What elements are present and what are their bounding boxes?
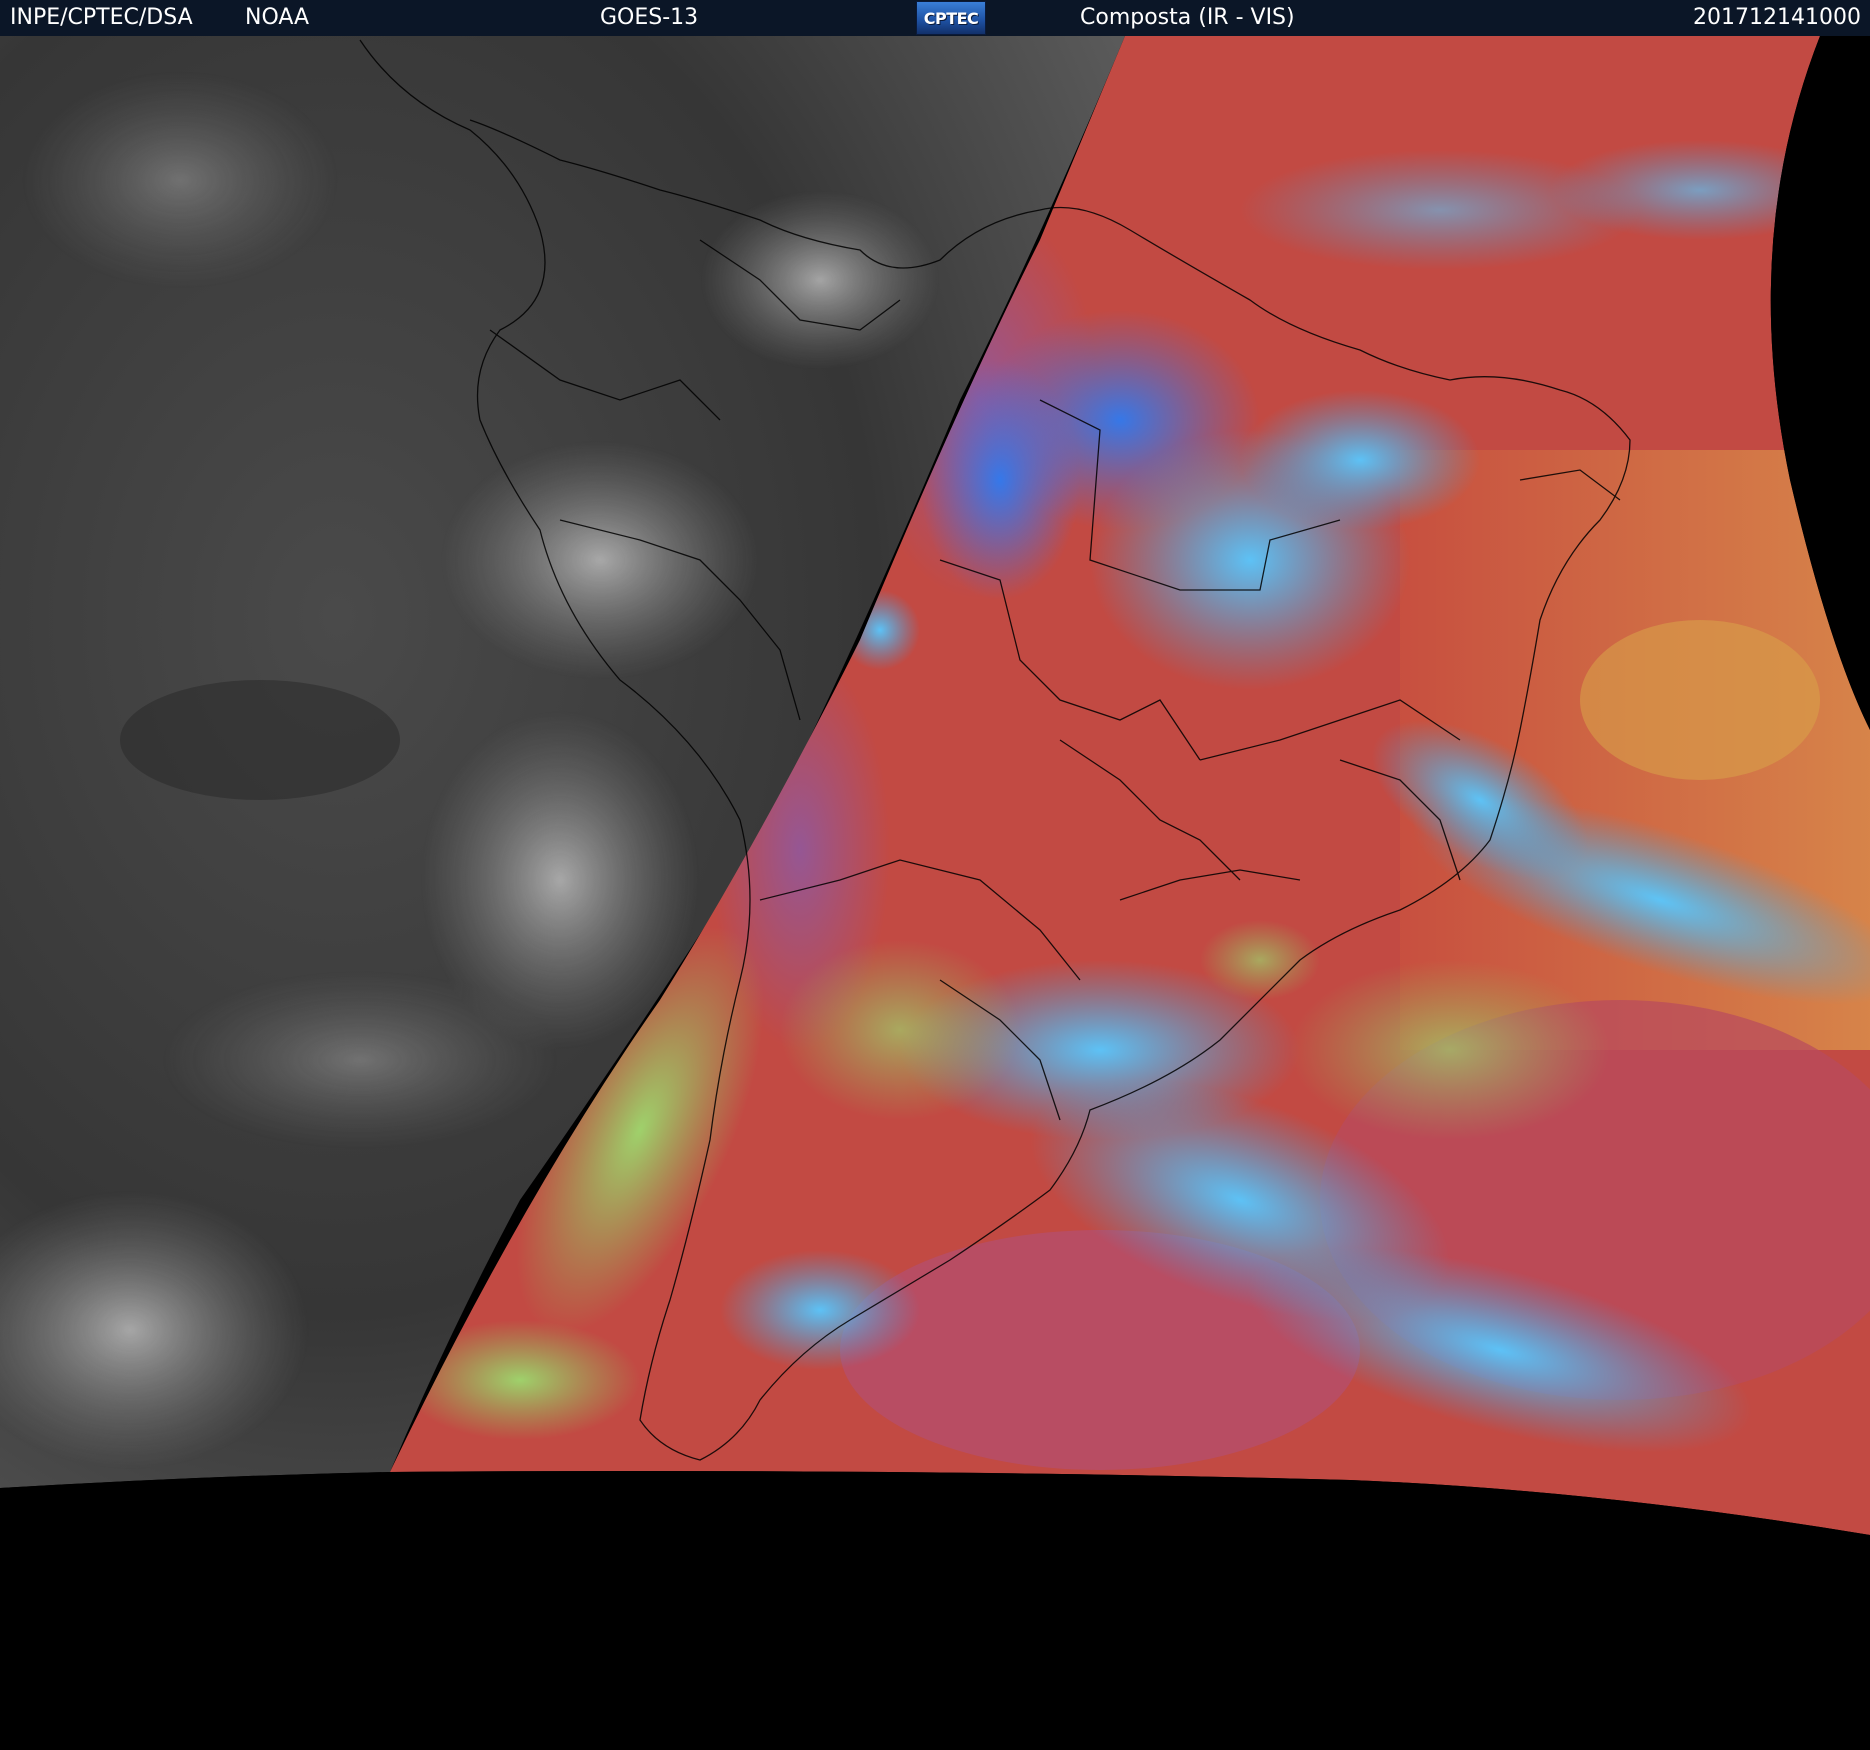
org-label: INPE/CPTEC/DSA [10,5,193,30]
header-bar: INPE/CPTEC/DSA NOAA GOES-13 CPTEC Compos… [0,0,1870,36]
cptec-logo: CPTEC [916,1,986,35]
earth-lower-edge [0,1471,1870,1750]
product-label: Composta (IR - VIS) [1080,5,1295,30]
agency-label: NOAA [245,5,310,30]
timestamp-label: 201712141000 [1693,5,1861,30]
satellite-composite-map [0,36,1870,1750]
cptec-logo-text: CPTEC [923,8,979,28]
satellite-label: GOES-13 [600,5,699,30]
